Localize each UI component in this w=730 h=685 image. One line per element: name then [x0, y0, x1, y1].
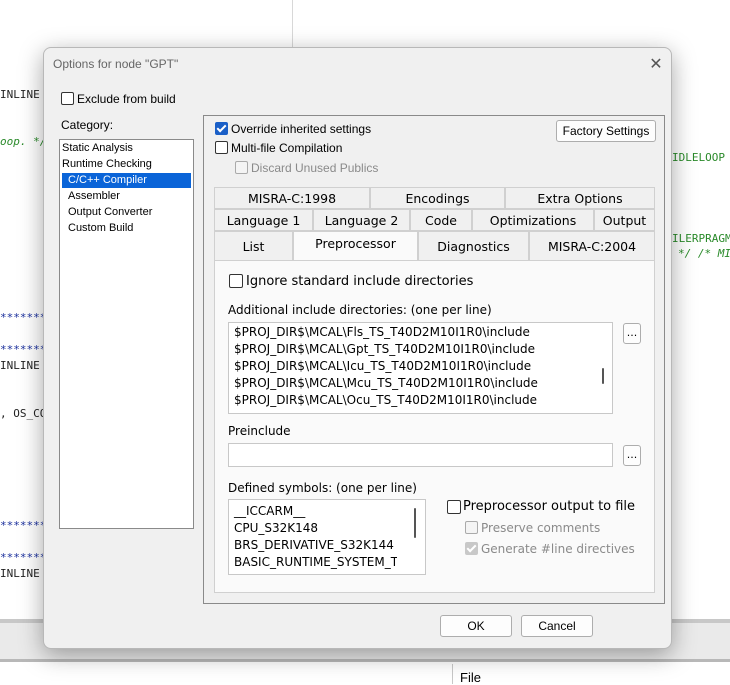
- preserve-comments-checkbox[interactable]: [465, 521, 478, 534]
- bg-code-line: ILERPRAGM: [672, 232, 730, 245]
- category-list[interactable]: Static Analysis Runtime Checking C/C++ C…: [59, 139, 194, 529]
- bottom-file-column-header[interactable]: File: [460, 670, 481, 685]
- tab-optimizations[interactable]: Optimizations: [472, 209, 594, 231]
- exclude-from-build-checkbox[interactable]: [61, 92, 74, 105]
- tab-strip: MISRA-C:1998 Encodings Extra Options Lan…: [214, 187, 655, 261]
- defined-symbol-item[interactable]: CPU_S32K148: [234, 521, 318, 535]
- include-dirs-listbox[interactable]: $PROJ_DIR$\MCAL\Fls_TS_T40D2M10I1R0\incl…: [228, 322, 613, 414]
- ignore-std-include-label: Ignore standard include directorieѕ: [246, 274, 474, 289]
- preserve-comments-label: Preserve comments: [481, 521, 601, 535]
- include-dir-item[interactable]: $PROJ_DIR$\MCAL\Fls_TS_T40D2M10I1R0\incl…: [234, 325, 530, 339]
- tab-preprocessor[interactable]: Preprocessor: [293, 231, 418, 261]
- multi-file-compilation-checkbox[interactable]: [215, 141, 228, 154]
- override-inherited-label: Override inherited settings: [231, 122, 372, 136]
- defined-symbol-item[interactable]: BRS_DERIVATIVE_S32K144: [234, 538, 394, 552]
- dialog-title: Options for node "GPT": [53, 57, 179, 71]
- category-item[interactable]: Runtime Checking: [62, 157, 191, 172]
- options-dialog: Options for node "GPT" ✕ Exclude from bu…: [43, 47, 672, 649]
- defined-symbols-listbox[interactable]: __ICCARM__ CPU_S32K148 BRS_DERIVATIVE_S3…: [228, 499, 426, 575]
- bg-code-line: INLINE: [0, 359, 40, 372]
- tab-language-2[interactable]: Language 2: [313, 209, 410, 231]
- ok-button[interactable]: OK: [440, 615, 512, 637]
- bg-code-line: IDLELOOP: [672, 151, 725, 164]
- tab-list[interactable]: List: [214, 231, 293, 261]
- bg-code-line: INLINE: [0, 567, 40, 580]
- options-panel: Override inherited settings Multi-file C…: [203, 115, 665, 604]
- bottom-panel-line: [0, 659, 730, 662]
- defined-symbol-item[interactable]: BASIC_RUNTIME_SYSTEM_TYI: [234, 555, 397, 569]
- tab-extra-options[interactable]: Extra Options: [505, 187, 655, 209]
- category-label: Category:: [61, 118, 114, 132]
- bg-code-line: *******: [0, 343, 47, 356]
- include-dir-item[interactable]: $PROJ_DIR$\MCAL\Ocu_TS_T40D2M10I1R0\incl…: [234, 393, 537, 407]
- include-dirs-browse-button[interactable]: ...: [623, 323, 641, 344]
- tab-misra-1998[interactable]: MISRA-C:1998: [214, 187, 370, 209]
- generate-line-directives-checkbox[interactable]: [465, 542, 478, 555]
- defined-symbol-item[interactable]: __ICCARM__: [234, 504, 305, 518]
- cancel-button[interactable]: Cancel: [521, 615, 593, 637]
- tab-misra-2004[interactable]: MISRA-C:2004: [529, 231, 655, 261]
- close-icon[interactable]: ✕: [647, 55, 665, 73]
- preprocessor-tab-page: Ignore standard include directorieѕ Addi…: [214, 260, 655, 593]
- generate-line-directives-label: Generate #line directives: [481, 542, 635, 556]
- multi-file-compilation-label: Multi-file Compilation: [231, 141, 343, 155]
- editor-vertical-divider: [292, 0, 293, 47]
- include-dir-item[interactable]: $PROJ_DIR$\MCAL\Icu_TS_T40D2M10I1R0\incl…: [234, 359, 531, 373]
- category-item[interactable]: Output Converter: [68, 205, 152, 220]
- tab-language-1[interactable]: Language 1: [214, 209, 313, 231]
- discard-unused-publics-label: Discard Unused Publics: [251, 161, 379, 175]
- bg-code-line: *******: [0, 519, 47, 532]
- tab-code[interactable]: Code: [410, 209, 472, 231]
- override-inherited-checkbox[interactable]: [215, 122, 228, 135]
- tab-output[interactable]: Output: [594, 209, 655, 231]
- tab-diagnostics[interactable]: Diagnostics: [418, 231, 529, 261]
- discard-unused-publics-checkbox[interactable]: [235, 161, 248, 174]
- include-dir-item[interactable]: $PROJ_DIR$\MCAL\Gpt_TS_T40D2M10I1R0\incl…: [234, 342, 535, 356]
- pp-output-to-file-checkbox[interactable]: [447, 500, 461, 514]
- additional-include-label: Additional include directories: (one per…: [228, 303, 492, 317]
- ignore-std-include-checkbox[interactable]: [229, 274, 243, 288]
- bg-code-line: INLINE: [0, 88, 40, 101]
- category-item[interactable]: Static Analysis: [62, 141, 191, 156]
- pp-output-to-file-label: Preprocessor output to file: [463, 499, 636, 514]
- category-item[interactable]: Custom Build: [68, 221, 133, 236]
- bg-code-line: */ /* MI: [678, 247, 730, 260]
- preinclude-label: Preinclude: [228, 424, 291, 438]
- preinclude-input[interactable]: [228, 443, 613, 467]
- include-dirs-scrollbar[interactable]: [602, 368, 604, 384]
- bg-code-line: *******: [0, 551, 47, 564]
- preinclude-browse-button[interactable]: ...: [623, 445, 641, 466]
- bottom-panel-column-divider: [452, 664, 453, 684]
- factory-settings-button[interactable]: Factory Settings: [556, 120, 656, 142]
- tab-encodings[interactable]: Encodings: [370, 187, 505, 209]
- defined-symbols-label: Defined symbols: (one per line): [228, 481, 417, 495]
- bg-code-line: oop. */: [0, 135, 47, 148]
- exclude-from-build-label: Exclude from build: [77, 92, 176, 106]
- category-item[interactable]: Assembler: [68, 189, 120, 204]
- include-dir-item[interactable]: $PROJ_DIR$\MCAL\Mcu_TS_T40D2M10I1R0\incl…: [234, 376, 538, 390]
- bg-code-line: *******: [0, 311, 47, 324]
- bg-code-line: , OS_CO: [0, 407, 47, 420]
- defined-symbols-scrollbar[interactable]: [414, 508, 416, 538]
- editor-left-gutter: [0, 140, 43, 610]
- category-item-selected[interactable]: C/C++ Compiler: [62, 173, 191, 188]
